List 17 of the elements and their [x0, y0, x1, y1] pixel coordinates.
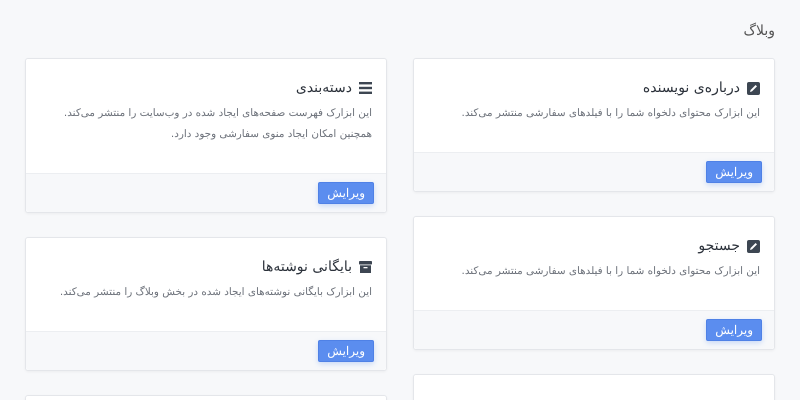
card-title: درباره‌ی نویسنده [642, 79, 740, 98]
pencil-icon [747, 82, 760, 94]
card-description: این ابزارک فهرست صفحه‌های ایجاد شده در وب‌سایت را منتشر می‌کند. همچنین امکان ایجاد منوی سفارشی وجود دارد. [62, 106, 372, 142]
card-title: بایگانی نوشته‌ها [262, 258, 352, 277]
archive-icon [359, 261, 372, 273]
edit-button[interactable]: ویرایش [706, 161, 762, 183]
edit-button[interactable]: ویرایش [318, 182, 374, 204]
menu-icon [359, 82, 372, 94]
card-title: جستجو [698, 237, 740, 256]
page-title: وبلاگ [742, 22, 775, 41]
card-description: این ابزارک محتوای دلخواه شما را با فیلدهای سفارشی منتشر می‌کند. [460, 106, 760, 121]
card-title: دسته‌بندی [296, 79, 352, 98]
card-description: این ابزارک محتوای دلخواه شما را با فیلدهای سفارشی منتشر می‌کند. [460, 264, 760, 279]
pencil-icon [747, 240, 760, 252]
card-description: این ابزارک بایگانی نوشته‌های ایجاد شده در بخش وبلاگ را منتشر می‌کند. [58, 284, 372, 300]
edit-button[interactable]: ویرایش [318, 340, 374, 362]
edit-button[interactable]: ویرایش [706, 319, 762, 341]
